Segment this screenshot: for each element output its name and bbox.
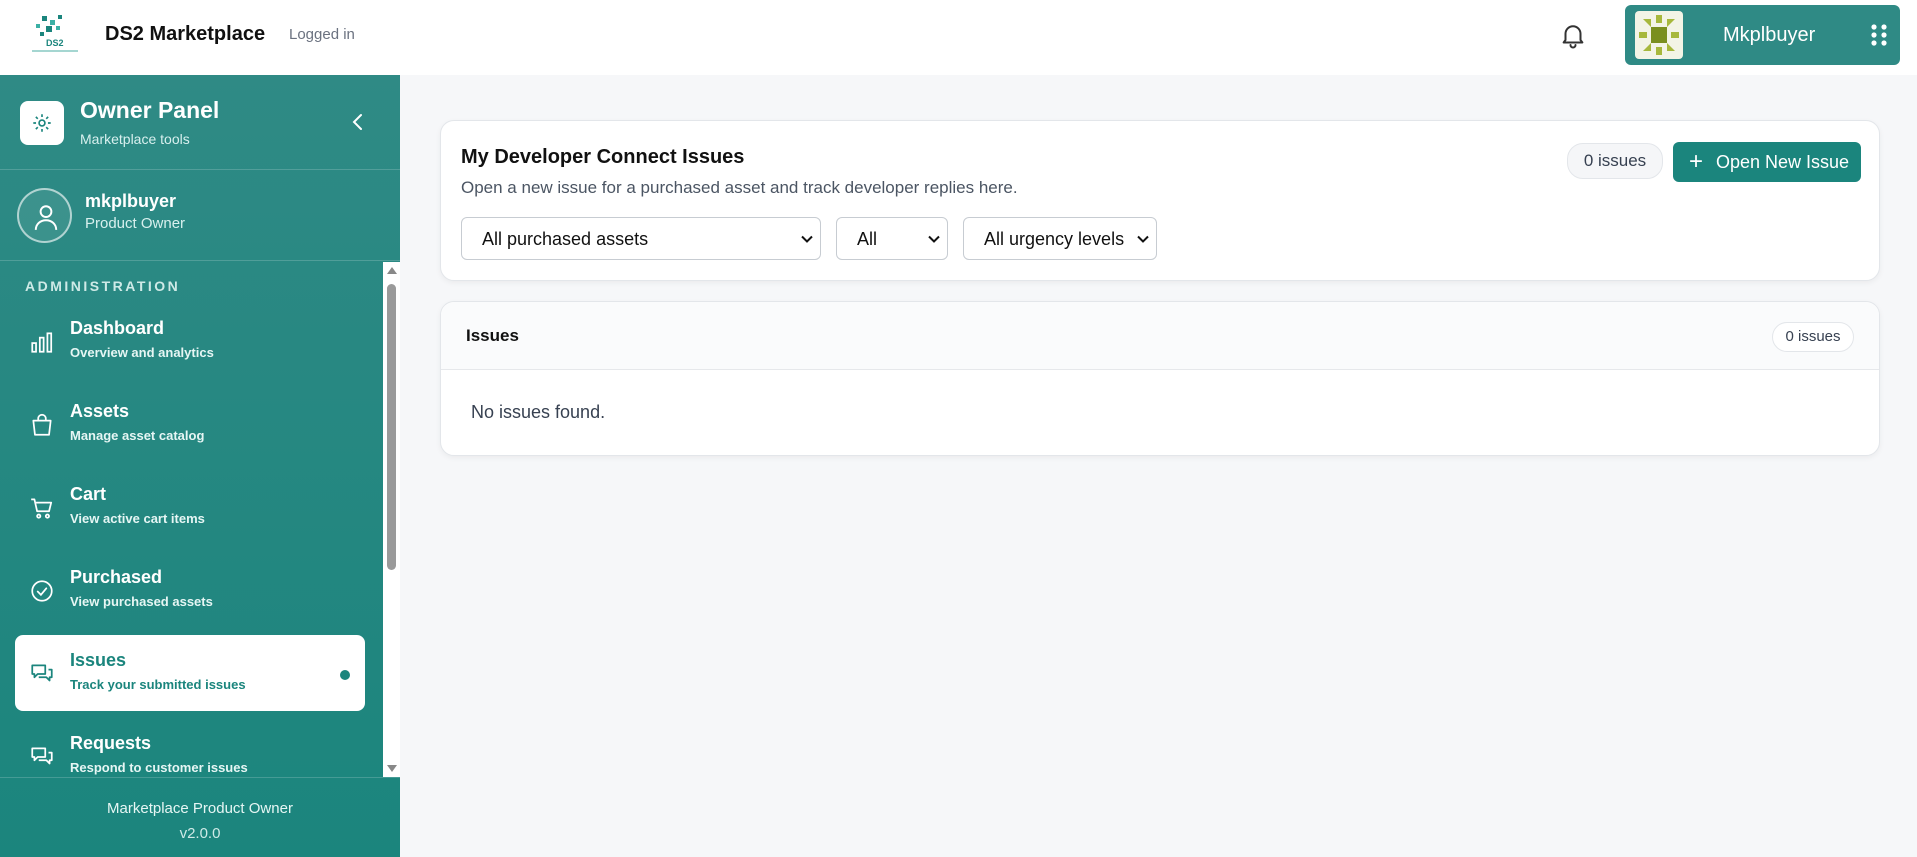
user-avatar — [1635, 11, 1683, 59]
user-menu[interactable]: Mkplbuyer — [1625, 5, 1900, 65]
sidebar-item-cart[interactable]: Cart View active cart items — [15, 469, 365, 545]
sidebar-item-label: Requests — [70, 733, 152, 753]
sidebar-header: Owner Panel Marketplace tools — [0, 75, 400, 170]
chevron-down-icon — [928, 235, 940, 243]
status-filter-select[interactable]: All — [836, 217, 948, 260]
issues-header-card: My Developer Connect Issues Open a new i… — [440, 120, 1880, 281]
brand-title: DS2 Marketplace — [105, 23, 266, 45]
chat-icon — [29, 744, 55, 770]
sidebar-item-requests[interactable]: Requests Respond to customer issues — [15, 718, 365, 777]
collapse-sidebar-button[interactable] — [346, 110, 370, 134]
sidebar: Owner Panel Marketplace tools mkplbuyer … — [0, 75, 400, 857]
grid-icon[interactable] — [1870, 23, 1890, 47]
sidebar-item-sub: View active cart items — [70, 511, 205, 526]
issues-count-badge: 0 issues — [1772, 322, 1854, 352]
active-indicator — [340, 670, 350, 680]
bar-chart-icon — [29, 329, 55, 355]
panel-subtitle: Marketplace tools — [80, 131, 190, 147]
profile-name: mkplbuyer — [85, 191, 177, 211]
top-bar: DS2 DS2 Marketplace Logged in Mkplbuyer — [0, 0, 1917, 75]
sidebar-item-label: Dashboard — [70, 318, 165, 338]
user-name: Mkplbuyer — [1723, 24, 1816, 46]
sidebar-item-label: Cart — [70, 484, 107, 504]
profile-role: Product Owner — [85, 215, 186, 232]
plus-icon: + — [1689, 148, 1704, 175]
issues-list-header: Issues 0 issues — [441, 302, 1879, 370]
page-title: My Developer Connect Issues — [461, 146, 745, 168]
sidebar-nav: ADMINISTRATION Dashboard Overview and an… — [0, 262, 383, 777]
select-value: All urgency levels — [984, 229, 1125, 249]
sidebar-item-assets[interactable]: Assets Manage asset catalog — [15, 386, 365, 462]
asset-filter-select[interactable]: All purchased assets — [461, 217, 821, 260]
sidebar-item-sub: Track your submitted issues — [70, 677, 246, 692]
sidebar-footer: Marketplace Product Owner v2.0.0 — [0, 777, 400, 857]
sidebar-profile: mkplbuyer Product Owner — [0, 171, 400, 261]
person-icon — [17, 188, 72, 243]
urgency-filter-select[interactable]: All urgency levels — [963, 217, 1157, 260]
page-description: Open a new issue for a purchased asset a… — [461, 178, 1018, 197]
issue-count-badge: 0 issues — [1567, 143, 1663, 179]
sidebar-scrollbar[interactable] — [383, 262, 400, 777]
ds2-logo[interactable]: DS2 — [28, 14, 82, 56]
chevron-down-icon — [801, 235, 813, 243]
sidebar-item-sub: Manage asset catalog — [70, 428, 205, 443]
select-value: All — [857, 229, 878, 249]
select-value: All purchased assets — [482, 229, 649, 249]
issues-list-title: Issues — [466, 326, 519, 345]
issues-list-card: Issues 0 issues No issues found. — [440, 301, 1880, 456]
sidebar-item-issues[interactable]: Issues Track your submitted issues — [15, 635, 365, 711]
empty-state-message: No issues found. — [471, 402, 606, 422]
section-label: ADMINISTRATION — [25, 278, 181, 294]
sidebar-item-sub: View purchased assets — [70, 594, 213, 609]
login-status: Logged in — [289, 26, 355, 43]
cart-icon — [29, 495, 55, 521]
sidebar-item-sub: Respond to customer issues — [70, 760, 248, 775]
scroll-up-icon[interactable] — [387, 267, 397, 274]
bell-icon[interactable] — [1558, 20, 1588, 50]
sidebar-item-sub: Overview and analytics — [70, 345, 214, 360]
sidebar-item-label: Assets — [70, 401, 130, 421]
gear-icon — [20, 101, 64, 145]
check-circle-icon — [29, 578, 55, 604]
panel-title: Owner Panel — [80, 97, 220, 123]
sidebar-item-purchased[interactable]: Purchased View purchased assets — [15, 552, 365, 628]
chevron-down-icon — [1137, 235, 1149, 243]
footer-role: Marketplace Product Owner — [107, 800, 293, 817]
scroll-down-icon[interactable] — [387, 765, 397, 772]
open-new-issue-button[interactable]: + Open New Issue — [1673, 142, 1861, 182]
button-label: Open New Issue — [1716, 152, 1850, 172]
scroll-thumb[interactable] — [387, 284, 396, 570]
sidebar-item-label: Purchased — [70, 567, 163, 587]
chat-icon — [29, 661, 55, 687]
footer-version: v2.0.0 — [179, 825, 221, 842]
sidebar-item-dashboard[interactable]: Dashboard Overview and analytics — [15, 303, 365, 379]
bag-icon — [29, 412, 55, 438]
svg-text:DS2: DS2 — [46, 38, 64, 48]
sidebar-item-label: Issues — [70, 650, 127, 670]
